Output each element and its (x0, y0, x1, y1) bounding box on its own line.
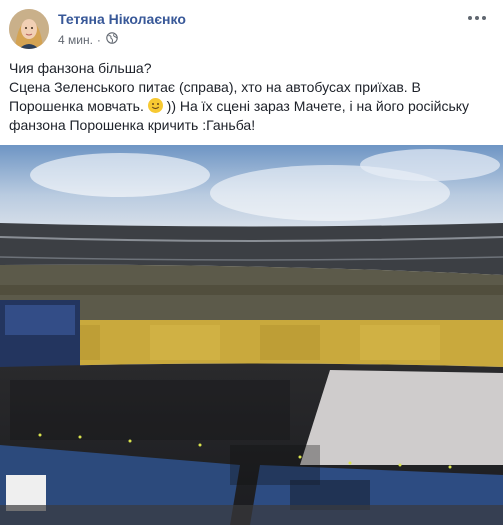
author-avatar[interactable] (9, 9, 49, 49)
meta-separator: · (96, 32, 101, 47)
post-time[interactable]: 4 мин. (58, 33, 93, 47)
post-text-segment: Порошенка мовчать. (9, 98, 144, 114)
post-text-line: Чия фанзона більша? (9, 60, 152, 76)
globe-icon[interactable] (106, 32, 118, 47)
post-text: Чия фанзона більша? Сцена Зеленського пи… (9, 59, 489, 135)
post-text-segment: )) На їх сцені зараз Мачете, і на його р… (166, 98, 470, 114)
post-text-line: Порошенка мовчать. )) На їх сцені зараз … (9, 97, 489, 116)
post-meta: 4 мин. · (58, 32, 118, 47)
post-text-line: фанзона Порошенка кричить :Ганьба! (9, 117, 256, 133)
smiley-emoji-icon (147, 98, 163, 113)
photo-image (0, 145, 503, 525)
more-options-icon[interactable] (465, 8, 489, 28)
facebook-post: Тетяна Ніколаєнко 4 мин. · Чия фанзона б… (0, 0, 503, 525)
stadium-crowd-photo[interactable] (0, 145, 503, 525)
author-name[interactable]: Тетяна Ніколаєнко (58, 11, 186, 27)
avatar-image (9, 9, 49, 49)
post-text-line: Сцена Зеленського питає (справа), хто на… (9, 79, 421, 95)
